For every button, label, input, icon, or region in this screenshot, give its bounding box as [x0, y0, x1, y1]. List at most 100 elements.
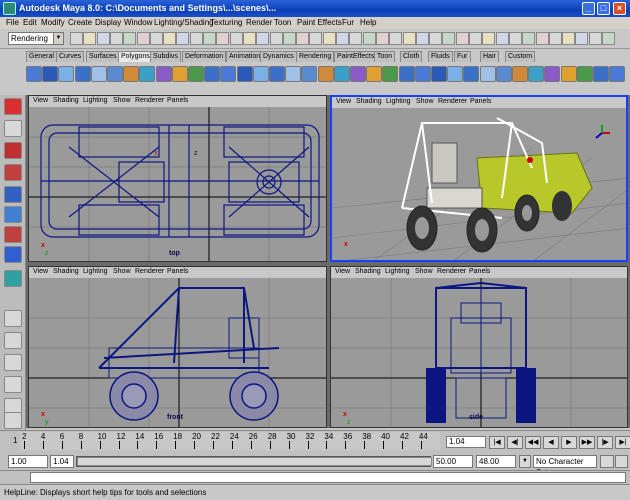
- menu-window[interactable]: Window: [124, 18, 152, 27]
- animation-prefs-icon[interactable]: [615, 455, 628, 468]
- range-slider-thumb[interactable]: [77, 457, 432, 466]
- menu-edit[interactable]: Edit: [23, 18, 37, 27]
- shelf-tool-icon[interactable]: [479, 66, 496, 82]
- viewport-menu-renderer[interactable]: Renderer: [135, 268, 164, 275]
- viewport-menu-panels[interactable]: Panels: [469, 268, 490, 275]
- range-slider[interactable]: [76, 456, 432, 467]
- viewport-menu-shading[interactable]: Shading: [356, 98, 382, 105]
- status-line-icon[interactable]: [203, 32, 216, 45]
- shelf-tab-rendering[interactable]: Rendering: [296, 51, 335, 62]
- layout-preset-icon[interactable]: [4, 310, 22, 327]
- shelf-tool-icon[interactable]: [285, 66, 302, 82]
- shelf-tool-icon[interactable]: [593, 66, 609, 82]
- viewport-menu-shading[interactable]: Shading: [53, 268, 79, 275]
- shelf-tab-dynamics[interactable]: Dynamics: [260, 51, 297, 62]
- status-line-icon[interactable]: [242, 32, 256, 45]
- toolbox-tool-icon[interactable]: [4, 246, 22, 263]
- shelf-tool-icon[interactable]: [58, 66, 75, 82]
- viewport-menu-renderer[interactable]: Renderer: [437, 268, 466, 275]
- shelf-tab-general[interactable]: General: [26, 51, 57, 62]
- shelf-tab-toon[interactable]: Toon: [374, 51, 396, 62]
- status-line-icon[interactable]: [136, 32, 150, 45]
- viewport-top[interactable]: View Shading Lighting Show Renderer Panels x …: [28, 95, 327, 262]
- status-line-icon[interactable]: [375, 32, 389, 45]
- layout-preset-icon[interactable]: [4, 412, 22, 429]
- status-line-icon[interactable]: [415, 32, 429, 45]
- step-forward-frame-icon[interactable]: ▶▶: [579, 436, 595, 449]
- status-line-icon[interactable]: [109, 32, 123, 45]
- viewport-menu-view[interactable]: View: [335, 268, 350, 275]
- status-line-icon[interactable]: [508, 32, 522, 45]
- shelf-tool-icon[interactable]: [26, 66, 42, 82]
- minimize-button[interactable]: _: [582, 2, 595, 15]
- menu-display[interactable]: Display: [95, 18, 121, 27]
- viewport-menu-view[interactable]: View: [336, 98, 351, 105]
- viewport-front[interactable]: View Shading Lighting Show Renderer Panels x …: [28, 266, 327, 428]
- key-icon[interactable]: [600, 455, 614, 468]
- status-line-icon[interactable]: [282, 32, 296, 45]
- shelf-tool-icon[interactable]: [220, 66, 237, 82]
- go-to-start-icon[interactable]: |◀: [489, 436, 505, 449]
- shelf-tool-icon[interactable]: [188, 66, 204, 82]
- status-line-icon[interactable]: [535, 32, 549, 45]
- viewport-menu-view[interactable]: View: [33, 97, 48, 104]
- shelf-tab-painteffects[interactable]: PaintEffects: [334, 51, 378, 62]
- shelf-tool-icon[interactable]: [317, 66, 334, 82]
- status-line-icon[interactable]: [229, 32, 243, 45]
- shelf-tab-animation[interactable]: Animation: [226, 51, 264, 62]
- shelf-tool-icon[interactable]: [74, 66, 91, 82]
- toolbox-tool-icon[interactable]: [4, 226, 22, 243]
- step-back-key-icon[interactable]: ◀|: [507, 436, 523, 449]
- menu-file[interactable]: File: [6, 18, 19, 27]
- current-frame-field[interactable]: 1.04: [446, 436, 486, 448]
- layout-preset-icon[interactable]: [4, 332, 22, 349]
- status-line-icon[interactable]: [149, 32, 163, 45]
- shelf-tool-icon[interactable]: [252, 66, 269, 82]
- shelf-tab-deformation[interactable]: Deformation: [182, 51, 227, 62]
- status-line-icon[interactable]: [562, 32, 576, 45]
- shelf-tab-cloth[interactable]: Cloth: [400, 51, 423, 62]
- status-line-icon[interactable]: [309, 32, 323, 45]
- viewport-menu-lighting[interactable]: Lighting: [83, 268, 108, 275]
- time-slider-track[interactable]: 2 4 6 8 10 12 14 16 18 20 22 24 26 28 30 32 34 36 38 40 42 44: [20, 432, 440, 450]
- viewport-menu-panels[interactable]: Panels: [470, 98, 491, 105]
- shelf-tool-icon[interactable]: [512, 66, 528, 82]
- status-line-icon[interactable]: [189, 32, 203, 45]
- viewport-persp[interactable]: View Shading Lighting Show Renderer Panels x: [330, 95, 628, 262]
- shelf-tool-icon[interactable]: [560, 66, 577, 82]
- viewport-menu-renderer[interactable]: Renderer: [135, 97, 164, 104]
- shelf-tab-fluids[interactable]: Fluids: [428, 51, 453, 62]
- step-back-frame-icon[interactable]: ◀◀: [525, 436, 541, 449]
- status-line-icon[interactable]: [575, 32, 589, 45]
- shelf-tab-polygons[interactable]: Polygons: [118, 51, 153, 62]
- shelf-tool-icon[interactable]: [301, 66, 318, 82]
- viewport-menu-shading[interactable]: Shading: [53, 97, 79, 104]
- start-time-field[interactable]: 1.00: [8, 455, 48, 468]
- shelf-tool-icon[interactable]: [366, 66, 383, 82]
- status-line-icon[interactable]: [322, 32, 336, 45]
- shelf-tool-icon[interactable]: [139, 66, 156, 82]
- toolbox-tool-icon[interactable]: [4, 98, 22, 115]
- viewport-menu-show[interactable]: Show: [416, 98, 434, 105]
- status-line-icon[interactable]: [389, 32, 403, 45]
- viewport-menu-lighting[interactable]: Lighting: [385, 268, 410, 275]
- character-set-field[interactable]: No Character Set: [533, 455, 597, 477]
- shelf-tab-subdivs[interactable]: Subdivs: [150, 51, 181, 62]
- shelf-tab-surfaces[interactable]: Surfaces: [86, 51, 120, 62]
- character-set-dropdown-arrow[interactable]: ▼: [519, 455, 531, 468]
- maximize-button[interactable]: □: [597, 2, 610, 15]
- playback-start-field[interactable]: 1.04: [50, 455, 74, 468]
- playback-end-field[interactable]: 50.00: [433, 455, 473, 468]
- toolbox-tool-icon[interactable]: [4, 186, 22, 203]
- shelf-tool-icon[interactable]: [382, 66, 399, 82]
- status-line-icon[interactable]: [70, 32, 83, 45]
- shelf-tool-icon[interactable]: [398, 66, 415, 82]
- shelf-tool-icon[interactable]: [414, 66, 431, 82]
- viewport-menu-lighting[interactable]: Lighting: [386, 98, 411, 105]
- menu-fur[interactable]: Fur: [342, 18, 354, 27]
- shelf-tool-icon[interactable]: [528, 66, 545, 82]
- shelf-tool-icon[interactable]: [107, 66, 123, 82]
- shelf-tool-icon[interactable]: [236, 66, 253, 82]
- viewport-menu-lighting[interactable]: Lighting: [83, 97, 108, 104]
- status-line-icon[interactable]: [163, 32, 177, 45]
